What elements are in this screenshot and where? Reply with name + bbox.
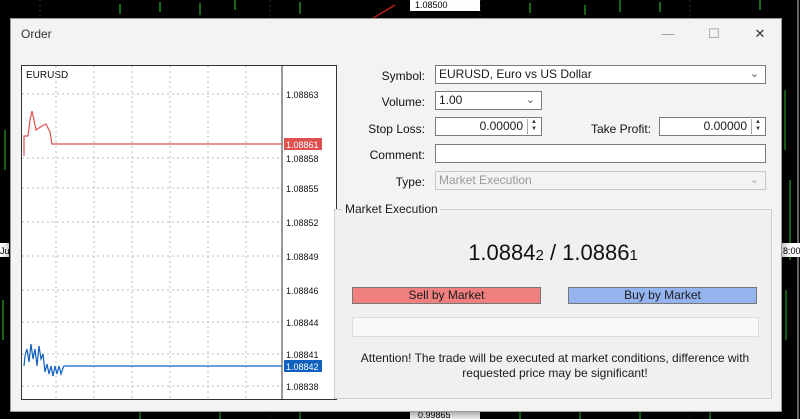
title-bar[interactable]: Order — ☐ ✕ bbox=[11, 19, 781, 49]
tick-chart-svg: EURUSD 1.088631.088581.088551.088521.088… bbox=[22, 66, 322, 399]
type-value: Market Execution bbox=[439, 173, 532, 187]
stop-loss-label: Stop Loss: bbox=[368, 122, 425, 136]
ask-price-pip: 1 bbox=[629, 247, 638, 264]
bid-price-main: 1.0884 bbox=[468, 240, 536, 265]
bg-top-price-label: 1.08500 bbox=[415, 0, 448, 10]
attention-line-1: Attention! The trade will be executed at… bbox=[360, 351, 750, 365]
comment-input[interactable] bbox=[435, 144, 766, 163]
type-label: Type: bbox=[395, 175, 425, 189]
price-display: 1.08842 / 1.08861 bbox=[335, 240, 771, 266]
chevron-down-icon: ⌄ bbox=[525, 94, 535, 106]
volume-label: Volume: bbox=[381, 95, 425, 109]
bg-right-time-label: 8:00 bbox=[783, 246, 800, 256]
volume-combo[interactable]: 1.00 ⌄ bbox=[435, 91, 542, 110]
sell-by-market-button[interactable]: Sell by Market bbox=[352, 287, 541, 304]
price-tick-label: 1.08841 bbox=[286, 350, 319, 360]
bid-price-pip: 2 bbox=[535, 247, 544, 264]
symbol-select[interactable]: EURUSD, Euro vs US Dollar ⌄ bbox=[435, 65, 766, 84]
ask-price-main: 1.0886 bbox=[562, 240, 630, 265]
chart-symbol-label: EURUSD bbox=[26, 70, 68, 81]
take-profit-label: Take Profit: bbox=[590, 122, 651, 136]
price-separator: / bbox=[543, 240, 563, 265]
type-select[interactable]: Market Execution ⌄ bbox=[435, 171, 766, 190]
attention-message: Attention! The trade will be executed at… bbox=[355, 351, 755, 381]
volume-value: 1.00 bbox=[439, 93, 463, 107]
tick-chart: EURUSD 1.08863 1.08858 1.08855 1.08852 1.088… bbox=[21, 65, 337, 400]
symbol-label: Symbol: bbox=[381, 69, 425, 83]
bg-left-time-label: Ju bbox=[0, 246, 10, 256]
attention-line-2: requested price may be significant! bbox=[462, 366, 648, 380]
group-title: Market Execution bbox=[343, 202, 440, 216]
price-tick-label: 1.08838 bbox=[286, 382, 319, 392]
price-tick-label: 1.08844 bbox=[286, 318, 319, 328]
spin-up-icon[interactable]: ▲ bbox=[752, 119, 764, 126]
buy-by-market-button[interactable]: Buy by Market bbox=[568, 287, 757, 304]
take-profit-value: 0.00000 bbox=[703, 119, 747, 133]
execution-progress-bar bbox=[352, 317, 759, 337]
comment-label: Comment: bbox=[369, 148, 425, 162]
minimize-button[interactable]: — bbox=[653, 23, 683, 45]
maximize-button[interactable]: ☐ bbox=[699, 23, 729, 45]
stop-loss-value: 0.00000 bbox=[479, 119, 523, 133]
price-tick-label: 1.08849 bbox=[286, 252, 319, 262]
stop-loss-input[interactable]: 0.00000 ▲ ▼ bbox=[435, 117, 542, 136]
price-tick-label: 1.08846 bbox=[286, 286, 319, 296]
order-dialog: Order — ☐ ✕ EURUSD 1.08863 1.08858 1.08855… bbox=[10, 18, 782, 412]
chevron-down-icon: ⌄ bbox=[749, 68, 759, 80]
price-tick-label: 1.08852 bbox=[286, 218, 319, 228]
window-title: Order bbox=[21, 27, 52, 41]
spin-down-icon[interactable]: ▼ bbox=[752, 126, 764, 133]
take-profit-input[interactable]: 0.00000 ▲ ▼ bbox=[659, 117, 766, 136]
take-profit-spinner[interactable]: ▲ ▼ bbox=[751, 119, 764, 134]
bid-price-tag: 1.08842 bbox=[286, 362, 319, 372]
market-execution-group: Market Execution 1.08842 / 1.08861 Sell … bbox=[334, 202, 772, 399]
symbol-value: EURUSD, Euro vs US Dollar bbox=[439, 67, 592, 81]
chevron-down-icon: ⌄ bbox=[749, 174, 759, 186]
close-button[interactable]: ✕ bbox=[745, 23, 775, 45]
